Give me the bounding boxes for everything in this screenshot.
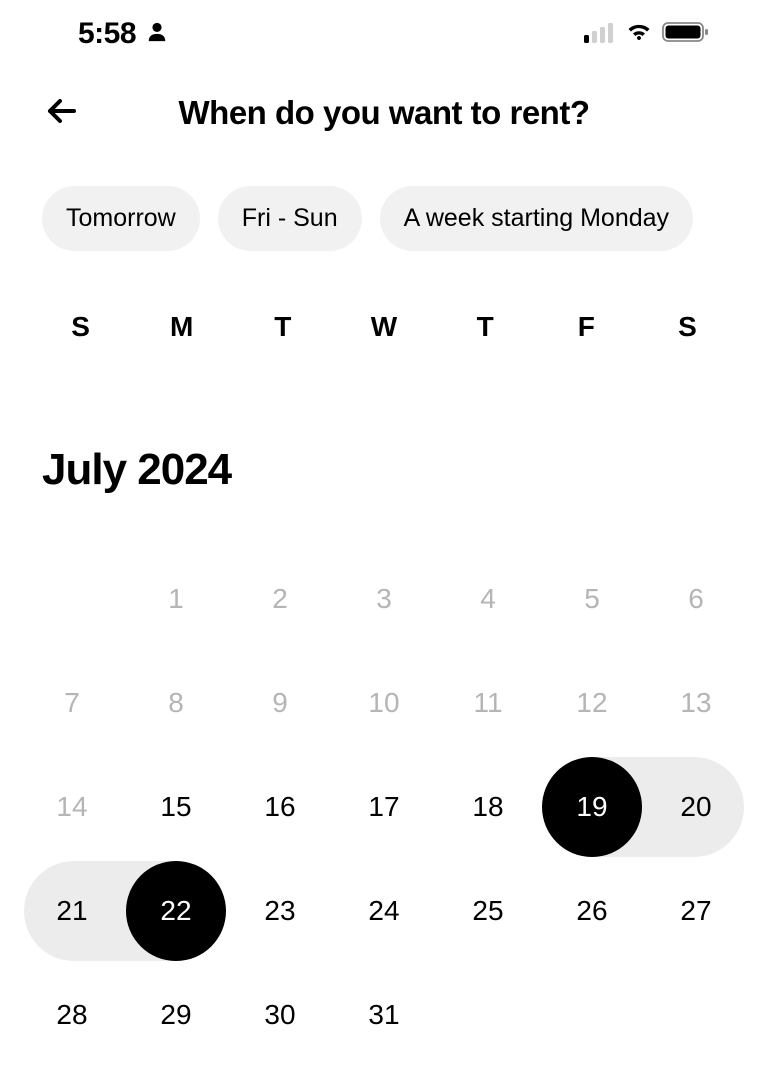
day-18[interactable]: 18	[436, 755, 540, 859]
day-22[interactable]: 22	[124, 859, 228, 963]
day-number: 7	[64, 687, 80, 719]
day-number: 22	[126, 861, 226, 961]
wifi-icon	[624, 21, 654, 48]
day-number: 28	[56, 999, 87, 1031]
day-number: 1	[168, 583, 184, 615]
day-15[interactable]: 15	[124, 755, 228, 859]
day-23[interactable]: 23	[228, 859, 332, 963]
day-16[interactable]: 16	[228, 755, 332, 859]
day-6: 6	[644, 547, 748, 651]
day-20[interactable]: 20	[644, 755, 748, 859]
weekday-sun: S	[30, 311, 131, 343]
day-number: 29	[160, 999, 191, 1031]
weekday-thu: T	[435, 311, 536, 343]
day-empty	[540, 963, 644, 1067]
day-empty	[20, 547, 124, 651]
person-icon	[146, 21, 168, 48]
day-2: 2	[228, 547, 332, 651]
day-number: 13	[680, 687, 711, 719]
day-27[interactable]: 27	[644, 859, 748, 963]
status-left: 5:58	[78, 17, 168, 51]
day-number: 18	[472, 791, 503, 823]
status-time: 5:58	[78, 17, 136, 51]
week-row: 14 15 16 17 18 19 20	[20, 755, 748, 859]
day-9: 9	[228, 651, 332, 755]
day-number: 6	[688, 583, 704, 615]
day-empty	[644, 963, 748, 1067]
day-number: 14	[56, 791, 87, 823]
week-row: 7 8 9 10 11 12 13	[20, 651, 748, 755]
day-25[interactable]: 25	[436, 859, 540, 963]
week-row: 1 2 3 4 5 6	[20, 547, 748, 651]
day-21[interactable]: 21	[20, 859, 124, 963]
chip-week-monday[interactable]: A week starting Monday	[380, 186, 693, 251]
quick-select-chips: Tomorrow Fri - Sun A week starting Monda…	[0, 158, 768, 271]
day-number: 5	[584, 583, 600, 615]
back-button[interactable]	[42, 91, 82, 136]
day-number: 20	[680, 791, 711, 823]
day-7: 7	[20, 651, 124, 755]
weekday-tue: T	[232, 311, 333, 343]
day-8: 8	[124, 651, 228, 755]
cellular-icon	[584, 21, 616, 48]
day-29[interactable]: 29	[124, 963, 228, 1067]
battery-icon	[662, 21, 710, 48]
page-title: When do you want to rent?	[42, 94, 726, 132]
month-label: July 2024	[0, 353, 768, 515]
day-number: 24	[368, 895, 399, 927]
day-10: 10	[332, 651, 436, 755]
day-number: 31	[368, 999, 399, 1031]
day-31[interactable]: 31	[332, 963, 436, 1067]
day-number: 21	[56, 895, 87, 927]
day-11: 11	[436, 651, 540, 755]
day-number: 9	[272, 687, 288, 719]
day-number: 16	[264, 791, 295, 823]
day-30[interactable]: 30	[228, 963, 332, 1067]
weekday-header: S M T W T F S	[0, 271, 768, 353]
day-number: 15	[160, 791, 191, 823]
header: When do you want to rent?	[0, 68, 768, 158]
weekday-mon: M	[131, 311, 232, 343]
day-number: 11	[473, 687, 502, 719]
weekday-wed: W	[333, 311, 434, 343]
weekday-fri: F	[536, 311, 637, 343]
week-row: 28 29 30 31	[20, 963, 748, 1067]
day-number: 4	[480, 583, 496, 615]
day-number: 12	[576, 687, 607, 719]
arrow-left-icon	[42, 91, 82, 136]
day-number: 8	[168, 687, 184, 719]
day-number: 2	[272, 583, 288, 615]
day-24[interactable]: 24	[332, 859, 436, 963]
day-number: 26	[576, 895, 607, 927]
day-number: 23	[264, 895, 295, 927]
day-empty	[436, 963, 540, 1067]
day-number: 17	[368, 791, 399, 823]
day-26[interactable]: 26	[540, 859, 644, 963]
day-number: 25	[472, 895, 503, 927]
weekday-sat: S	[637, 311, 738, 343]
day-5: 5	[540, 547, 644, 651]
day-28[interactable]: 28	[20, 963, 124, 1067]
calendar-grid: 1234567891011121314151617181920212223242…	[0, 515, 768, 1067]
day-number: 10	[368, 687, 399, 719]
day-number: 19	[542, 757, 642, 857]
day-14: 14	[20, 755, 124, 859]
day-number: 27	[680, 895, 711, 927]
day-1: 1	[124, 547, 228, 651]
week-row: 21 22 23 24 25 26 27	[20, 859, 748, 963]
day-19[interactable]: 19	[540, 755, 644, 859]
day-number: 3	[376, 583, 392, 615]
day-3: 3	[332, 547, 436, 651]
day-12: 12	[540, 651, 644, 755]
chip-tomorrow[interactable]: Tomorrow	[42, 186, 200, 251]
status-right	[584, 21, 710, 48]
status-bar: 5:58	[0, 0, 768, 68]
day-17[interactable]: 17	[332, 755, 436, 859]
day-13: 13	[644, 651, 748, 755]
chip-fri-sun[interactable]: Fri - Sun	[218, 186, 362, 251]
day-4: 4	[436, 547, 540, 651]
day-number: 30	[264, 999, 295, 1031]
